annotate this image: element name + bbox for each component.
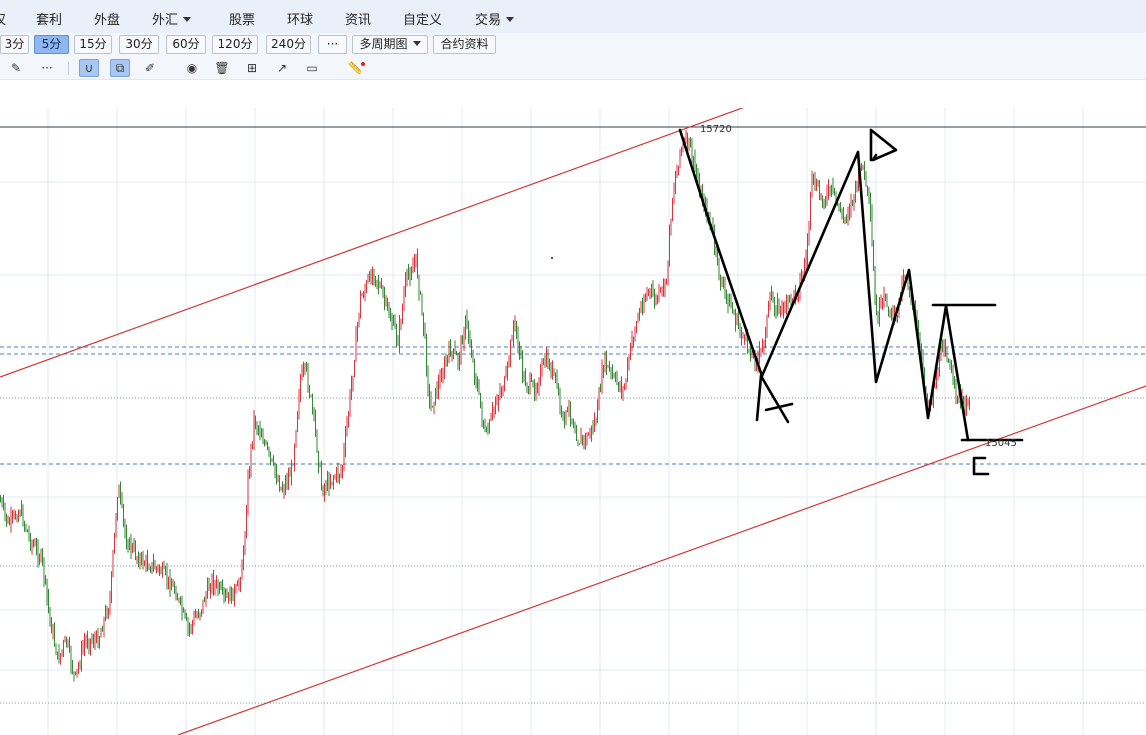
period-button-1[interactable]: 5分	[34, 35, 69, 54]
menu-item-7[interactable]: 自定义	[403, 9, 442, 28]
grid-icon[interactable]: ⊞	[242, 59, 262, 77]
menu-item-6[interactable]: 资讯	[345, 9, 371, 28]
menu-item-1[interactable]: 套利	[36, 9, 62, 28]
period-button-5[interactable]: 120分	[212, 35, 258, 54]
price-chart[interactable]: 15720 15045	[0, 108, 1146, 735]
hand-stroke	[759, 374, 790, 424]
period-toolbar: 3分 5分 15分 30分 60分 120分 240分 ··· 多周期图 合约资料	[0, 33, 1146, 57]
magnet-icon[interactable]: ∪	[79, 59, 99, 77]
period-button-3[interactable]: 30分	[119, 35, 159, 54]
stray-dot	[550, 256, 554, 260]
top-menu-bar: 汉 套利 外盘 外汇 股票 环球 资讯 自定义 交易	[0, 0, 1146, 34]
period-button-6[interactable]: 240分	[266, 35, 311, 54]
hand-stroke	[972, 456, 990, 476]
chevron-down-icon	[412, 41, 421, 46]
menu-item-2[interactable]: 外盘	[94, 9, 120, 28]
comment-icon[interactable]: ▭	[302, 59, 322, 77]
period-button-9[interactable]: 合约资料	[433, 35, 496, 54]
ruler-alert-dot-icon	[361, 62, 365, 66]
period-button-2[interactable]: 15分	[74, 35, 112, 54]
eye-icon[interactable]: ◉	[182, 59, 202, 77]
menu-item-4[interactable]: 股票	[229, 9, 255, 28]
pen-icon[interactable]: ✎	[6, 59, 26, 77]
menu-item-8[interactable]: 交易	[475, 9, 515, 28]
eraser-icon[interactable]: ✐	[140, 59, 160, 77]
period-button-7[interactable]: ···	[318, 35, 347, 54]
chevron-down-icon	[506, 17, 515, 22]
candlestick-series	[0, 129, 970, 682]
trash-icon[interactable]: 🗑	[212, 59, 232, 77]
menu-item-0[interactable]: 汉	[0, 9, 6, 28]
export-icon[interactable]: ↗	[272, 59, 292, 77]
hand-stroke	[869, 128, 898, 162]
hand-stroke	[755, 374, 763, 422]
more-icon[interactable]: ···	[37, 59, 57, 77]
period-button-4[interactable]: 60分	[166, 35, 206, 54]
period-button-8[interactable]: 多周期图	[352, 35, 428, 54]
chevron-down-icon	[183, 17, 192, 22]
high-price-label: 15720	[700, 124, 732, 135]
menu-item-5[interactable]: 环球	[287, 9, 313, 28]
low-price-label: 15045	[985, 438, 1017, 449]
toolbar-divider	[68, 62, 69, 75]
period-button-0[interactable]: 3分	[0, 35, 29, 54]
drawing-toolbar: ✎ ··· ∪ ⧉ ✐ ◉ 🗑 ⊞ ↗ ▭ 📏	[0, 57, 1146, 80]
trend-channel	[0, 108, 1146, 735]
horizontal-price-lines	[0, 126, 1146, 704]
layers-icon[interactable]: ⧉	[110, 59, 130, 77]
menu-item-3[interactable]: 外汇	[152, 9, 192, 28]
chart-grid	[0, 108, 1146, 735]
